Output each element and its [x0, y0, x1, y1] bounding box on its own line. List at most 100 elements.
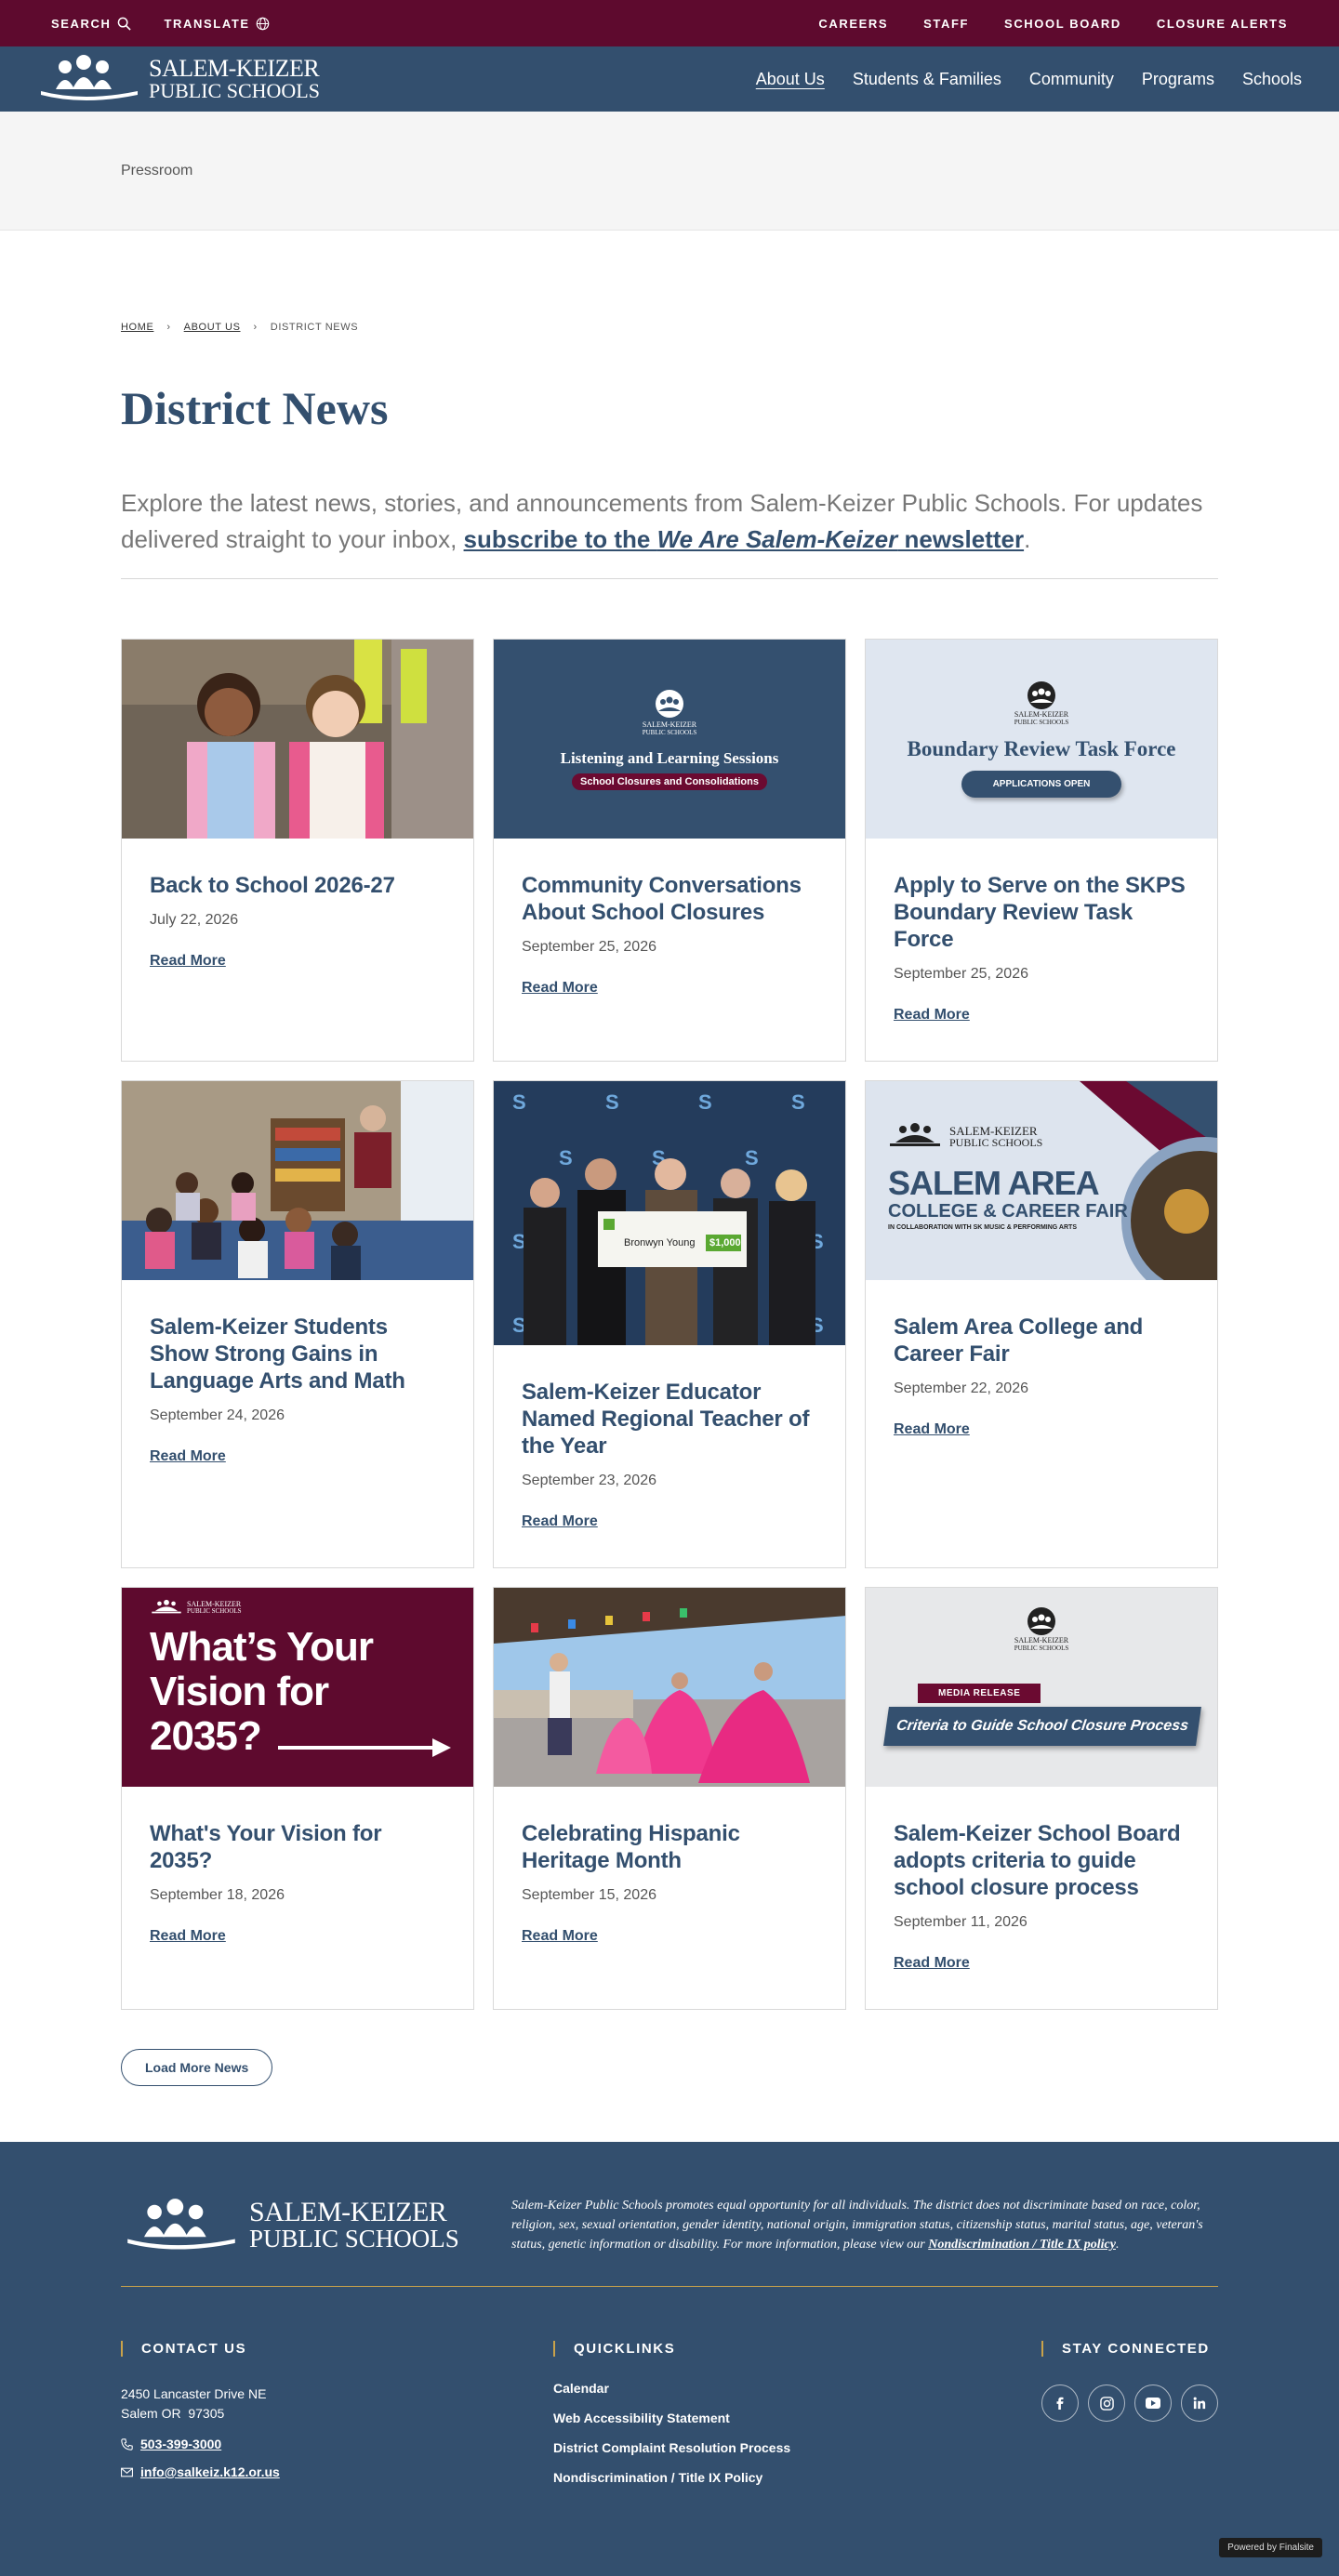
news-card[interactable]: SALEM-KEIZER PUBLIC SCHOOLS MEDIA RELEAS… — [865, 1587, 1218, 2010]
card-graphic-career-fair: SALEM-KEIZER PUBLIC SCHOOLS SALEM AREA C… — [866, 1081, 1217, 1280]
search-label: SEARCH — [51, 16, 112, 31]
instagram-icon[interactable] — [1088, 2384, 1125, 2422]
quicklink-calendar[interactable]: Calendar — [553, 2381, 888, 2396]
card-title[interactable]: Community Conversations About School Clo… — [522, 872, 817, 926]
graphic-tag: School Closures and Consolidations — [572, 773, 767, 790]
card-title[interactable]: Salem-Keizer Students Show Strong Gains … — [150, 1314, 445, 1394]
news-card[interactable]: SALEM-KEIZER PUBLIC SCHOOLS Listening an… — [493, 639, 846, 1062]
card-title[interactable]: Salem-Keizer Educator Named Regional Tea… — [522, 1379, 817, 1460]
nondiscrimination-statement: Salem-Keizer Public Schools promotes equ… — [511, 2196, 1218, 2254]
card-date: September 15, 2026 — [522, 1887, 656, 1903]
card-photo-back-to-school — [122, 640, 473, 839]
card-body: Community Conversations About School Clo… — [494, 839, 845, 1034]
svg-text:S: S — [698, 1090, 712, 1114]
card-body: Salem-Keizer Educator Named Regional Tea… — [494, 1345, 845, 1567]
card-body: Back to School 2026-27 July 22, 2026 Rea… — [122, 839, 473, 1007]
quicklinks-heading: QUICKLINKS — [553, 2341, 888, 2357]
breadcrumb-home[interactable]: HOME — [121, 322, 153, 333]
card-graphic-vision-2035: SALEM-KEIZER PUBLIC SCHOOLS What’s Your … — [122, 1588, 473, 1787]
criteria-banner: Criteria to Guide School Closure Process — [883, 1707, 1201, 1746]
seal-text-1: SALEM-KEIZER — [642, 720, 697, 729]
card-graphic-boundary-review: SALEM-KEIZER PUBLIC SCHOOLS Boundary Rev… — [866, 640, 1217, 839]
staff-link[interactable]: STAFF — [923, 17, 969, 31]
seal-text-1: SALEM-KEIZER — [1014, 710, 1069, 719]
news-card[interactable]: SALEM-KEIZER PUBLIC SCHOOLS Boundary Rev… — [865, 639, 1218, 1062]
card-title[interactable]: Salem-Keizer School Board adopts criteri… — [894, 1820, 1189, 1901]
news-card[interactable]: SALEM-KEIZER PUBLIC SCHOOLS SALEM AREA C… — [865, 1080, 1218, 1568]
read-more-link[interactable]: Read More — [150, 1928, 226, 1945]
address: 2450 Lancaster Drive NE Salem OR 97305 — [121, 2384, 400, 2424]
nav-community[interactable]: Community — [1029, 70, 1114, 89]
vision-line1: What’s Your — [150, 1624, 374, 1670]
intro-text: Explore the latest news, stories, and an… — [121, 485, 1218, 558]
check-name: Bronwyn Young — [624, 1237, 696, 1248]
careers-link[interactable]: CAREERS — [818, 17, 888, 31]
nav-about-us[interactable]: About Us — [756, 70, 825, 89]
search-link[interactable]: SEARCH — [51, 17, 131, 31]
powered-by-badge[interactable]: Powered by Finalsite — [1219, 2538, 1322, 2557]
read-more-link[interactable]: Read More — [522, 980, 598, 997]
read-more-link[interactable]: Read More — [522, 1928, 598, 1945]
intro-end: . — [1024, 525, 1031, 553]
read-more-link[interactable]: Read More — [894, 1955, 970, 1972]
quicklink-accessibility[interactable]: Web Accessibility Statement — [553, 2411, 888, 2425]
news-card[interactable]: Salem-Keizer Students Show Strong Gains … — [121, 1080, 474, 1568]
card-date: September 11, 2026 — [894, 1914, 1027, 1930]
page-title: District News — [121, 382, 389, 434]
breadcrumb-about[interactable]: ABOUT US — [184, 322, 241, 333]
newsletter-link-name: We Are Salem-Keizer — [656, 525, 898, 553]
quicklink-complaint-process[interactable]: District Complaint Resolution Process — [553, 2440, 888, 2455]
linkedin-icon[interactable] — [1181, 2384, 1218, 2422]
card-title[interactable]: What's Your Vision for 2035? — [150, 1820, 445, 1874]
footer-wordmark: SALEM-KEIZER PUBLIC SCHOOLS — [249, 2199, 459, 2252]
read-more-link[interactable]: Read More — [150, 953, 226, 970]
facebook-icon[interactable] — [1041, 2384, 1079, 2422]
card-body: Salem Area College and Career Fair Septe… — [866, 1280, 1217, 1475]
district-seal-icon — [656, 689, 683, 718]
mail-icon — [121, 2467, 133, 2477]
utility-right: CAREERS STAFF SCHOOL BOARD CLOSURE ALERT… — [818, 17, 1288, 31]
phone-icon — [121, 2437, 133, 2451]
card-title[interactable]: Salem Area College and Career Fair — [894, 1314, 1189, 1367]
card-date: September 23, 2026 — [522, 1473, 656, 1488]
site-footer: SALEM-KEIZER PUBLIC SCHOOLS Salem-Keizer… — [0, 2142, 1339, 2576]
card-date: September 25, 2026 — [894, 966, 1028, 982]
news-card[interactable]: SALEM-KEIZER PUBLIC SCHOOLS What’s Your … — [121, 1587, 474, 2010]
nav-schools[interactable]: Schools — [1242, 70, 1302, 89]
news-grid: Back to School 2026-27 July 22, 2026 Rea… — [121, 639, 1218, 2010]
youtube-icon[interactable] — [1134, 2384, 1172, 2422]
footer-columns: CONTACT US 2450 Lancaster Drive NE Salem… — [121, 2287, 1218, 2485]
phone-link[interactable]: 503-399-3000 — [121, 2437, 400, 2451]
card-title[interactable]: Celebrating Hispanic Heritage Month — [522, 1820, 817, 1874]
career-logo-line1: SALEM-KEIZER — [949, 1123, 1038, 1138]
card-title[interactable]: Apply to Serve on the SKPS Boundary Revi… — [894, 872, 1189, 953]
footer-top: SALEM-KEIZER PUBLIC SCHOOLS Salem-Keizer… — [121, 2142, 1218, 2287]
read-more-link[interactable]: Read More — [894, 1007, 970, 1024]
read-more-link[interactable]: Read More — [894, 1421, 970, 1438]
email-link[interactable]: info@salkeiz.k12.or.us — [121, 2464, 400, 2479]
site-logo[interactable]: SALEM-KEIZER PUBLIC SCHOOLS — [37, 54, 320, 104]
graphic-title: Listening and Learning Sessions — [560, 748, 779, 767]
nav-programs[interactable]: Programs — [1142, 70, 1214, 89]
graphic-title: Boundary Review Task Force — [907, 737, 1176, 760]
section-label[interactable]: Pressroom — [121, 163, 192, 179]
quicklink-nondiscrimination[interactable]: Nondiscrimination / Title IX Policy — [553, 2470, 888, 2485]
translate-link[interactable]: TRANSLATE — [165, 17, 270, 31]
nondiscrimination-policy-link[interactable]: Nondiscrimination / Title IX policy — [928, 2238, 1116, 2252]
load-more-news-button[interactable]: Load More News — [121, 2049, 273, 2086]
breadcrumb: HOME › ABOUT US › DISTRICT NEWS — [121, 322, 1218, 333]
logo-family-icon — [41, 55, 138, 100]
read-more-link[interactable]: Read More — [522, 1513, 598, 1530]
closure-alerts-link[interactable]: CLOSURE ALERTS — [1157, 17, 1288, 31]
nav-students-families[interactable]: Students & Families — [853, 70, 1001, 89]
footer-logo[interactable]: SALEM-KEIZER PUBLIC SCHOOLS — [121, 2196, 459, 2254]
school-board-link[interactable]: SCHOOL BOARD — [1004, 17, 1121, 31]
news-card[interactable]: Back to School 2026-27 July 22, 2026 Rea… — [121, 639, 474, 1062]
read-more-link[interactable]: Read More — [150, 1448, 226, 1465]
card-photo-teacher-award: SSSS SSS SSSS Bronwyn Young $1,000 — [494, 1081, 845, 1345]
phone-number: 503-399-3000 — [140, 2437, 222, 2451]
card-title[interactable]: Back to School 2026-27 — [150, 872, 445, 899]
news-card[interactable]: SSSS SSS SSSS Bronwyn Young $1,000 Salem… — [493, 1080, 846, 1568]
news-card[interactable]: Celebrating Hispanic Heritage Month Sept… — [493, 1587, 846, 2010]
newsletter-link[interactable]: subscribe to the We Are Salem-Keizer new… — [464, 525, 1025, 553]
